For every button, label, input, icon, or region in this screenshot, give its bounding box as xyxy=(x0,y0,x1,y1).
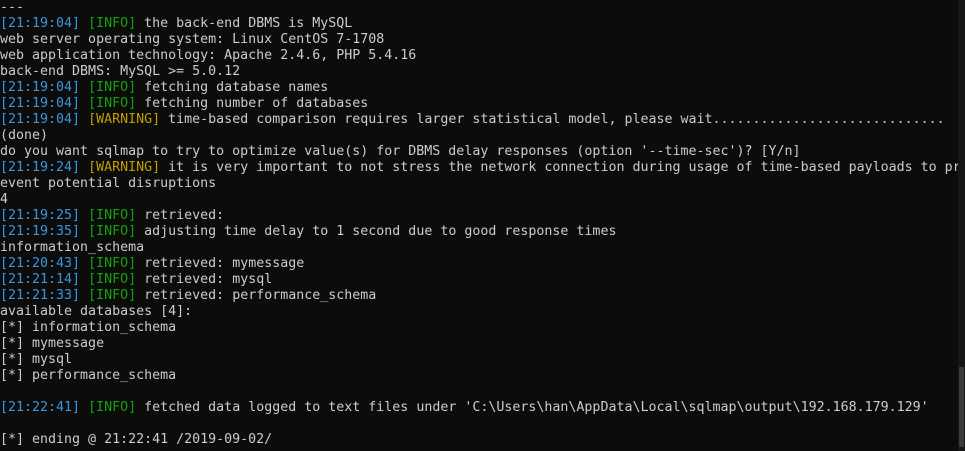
log-text: adjusting time delay to 1 second due to … xyxy=(136,224,617,239)
log-timestamp: [21:19:25] xyxy=(0,208,81,223)
console-line: [*] mymessage xyxy=(0,336,958,352)
console-line: [21:19:04] [INFO] fetching number of dat… xyxy=(0,96,958,112)
console-line: [21:19:24] [WARNING] it is very importan… xyxy=(0,160,958,176)
console-line: back-end DBMS: MySQL >= 5.0.12 xyxy=(0,64,958,80)
log-timestamp: [21:19:04] xyxy=(0,112,81,127)
log-text: retrieved: mysql xyxy=(136,272,273,287)
console-line: (done) xyxy=(0,128,958,144)
console-line: available databases [4]: xyxy=(0,304,958,320)
log-level-warning: [WARNING] xyxy=(88,112,161,127)
console-line: [21:20:43] [INFO] retrieved: mymessage xyxy=(0,256,958,272)
console-line: [*] mysql xyxy=(0,352,958,368)
console-line: [21:19:25] [INFO] retrieved: xyxy=(0,208,958,224)
console-line: [*] information_schema xyxy=(0,320,958,336)
log-text: do you want sqlmap to try to optimize va… xyxy=(0,144,801,159)
console-line: event potential disruptions xyxy=(0,176,958,192)
log-timestamp: [21:22:41] xyxy=(0,400,81,415)
log-timestamp: [21:19:04] xyxy=(0,16,81,31)
log-text: retrieved: xyxy=(136,208,225,223)
console-line: [21:19:35] [INFO] adjusting time delay t… xyxy=(0,224,958,240)
log-level-info: [INFO] xyxy=(88,256,137,271)
log-text: it is very important to not stress the n… xyxy=(160,160,958,175)
log-text: information_schema xyxy=(0,240,145,255)
log-timestamp: [21:19:04] xyxy=(0,80,81,95)
log-text: fetched data logged to text files under … xyxy=(136,400,929,415)
log-level-info: [INFO] xyxy=(88,288,137,303)
console-line: do you want sqlmap to try to optimize va… xyxy=(0,144,958,160)
log-text: fetching number of databases xyxy=(136,96,369,111)
log-text: [*] mysql xyxy=(0,352,73,367)
log-text: 4 xyxy=(0,192,9,207)
log-timestamp: [21:21:14] xyxy=(0,272,81,287)
log-timestamp: [21:21:33] xyxy=(0,288,81,303)
console-line: [21:22:41] [INFO] fetched data logged to… xyxy=(0,400,958,416)
console-line: web application technology: Apache 2.4.6… xyxy=(0,48,958,64)
log-timestamp: [21:19:35] xyxy=(0,224,81,239)
log-text: time-based comparison requires larger st… xyxy=(160,112,945,127)
log-text: retrieved: mymessage xyxy=(136,256,305,271)
console-line: [21:21:33] [INFO] retrieved: performance… xyxy=(0,288,958,304)
log-text: the back-end DBMS is MySQL xyxy=(136,16,353,31)
console-line: [21:19:04] [INFO] fetching database name… xyxy=(0,80,958,96)
log-text: [*] information_schema xyxy=(0,320,177,335)
log-timestamp: [21:20:43] xyxy=(0,256,81,271)
log-level-info: [INFO] xyxy=(88,96,137,111)
log-level-info: [INFO] xyxy=(88,272,137,287)
log-level-info: [INFO] xyxy=(88,224,137,239)
log-text: [*] performance_schema xyxy=(0,368,177,383)
log-text: web server operating system: Linux CentO… xyxy=(0,32,385,47)
console-line: 4 xyxy=(0,192,958,208)
scrollbar[interactable] xyxy=(958,0,965,451)
console-line: --- xyxy=(0,0,958,16)
log-text: --- xyxy=(0,0,25,15)
log-timestamp: [21:19:24] xyxy=(0,160,81,175)
log-text: available databases [4]: xyxy=(0,304,193,319)
log-timestamp: [21:19:04] xyxy=(0,96,81,111)
log-text: web application technology: Apache 2.4.6… xyxy=(0,48,417,63)
log-text: retrieved: performance_schema xyxy=(136,288,377,303)
console-line: [21:21:14] [INFO] retrieved: mysql xyxy=(0,272,958,288)
console-line: [*] performance_schema xyxy=(0,368,958,384)
log-level-info: [INFO] xyxy=(88,16,137,31)
console-line: [21:19:04] [INFO] the back-end DBMS is M… xyxy=(0,16,958,32)
console-output[interactable]: --- [21:19:04] [INFO] the back-end DBMS i… xyxy=(0,0,958,448)
log-level-info: [INFO] xyxy=(88,80,137,95)
log-text: [*] mymessage xyxy=(0,336,105,351)
console-line: information_schema xyxy=(0,240,958,256)
console-line: [*] ending @ 21:22:41 /2019-09-02/ xyxy=(0,432,958,448)
log-level-warning: [WARNING] xyxy=(88,160,161,175)
log-level-info: [INFO] xyxy=(88,208,137,223)
scrollbar-thumb[interactable] xyxy=(959,367,964,447)
console-line: [21:19:04] [WARNING] time-based comparis… xyxy=(0,112,958,128)
log-level-info: [INFO] xyxy=(88,400,137,415)
terminal-window[interactable]: --- [21:19:04] [INFO] the back-end DBMS i… xyxy=(0,0,965,451)
log-text: event potential disruptions xyxy=(0,176,217,191)
log-text: fetching database names xyxy=(136,80,329,95)
console-line: web server operating system: Linux CentO… xyxy=(0,32,958,48)
log-text: (done) xyxy=(0,128,49,143)
log-text: [*] ending @ 21:22:41 /2019-09-02/ xyxy=(0,432,273,447)
log-text: back-end DBMS: MySQL >= 5.0.12 xyxy=(0,64,241,79)
